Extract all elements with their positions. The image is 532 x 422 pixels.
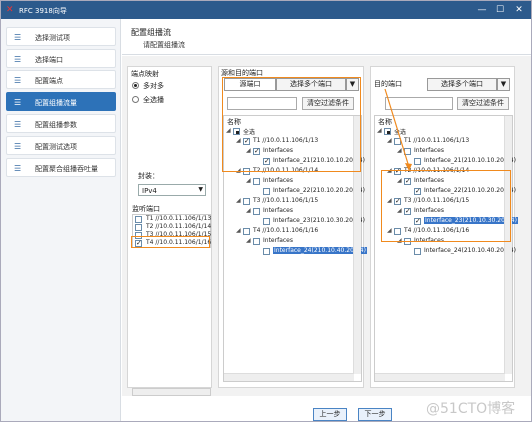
sidebar-item-label: 配置组播流量 [35,99,77,107]
tree-label: T4 //10.0.11.106/1/16 [253,227,319,234]
tree-label: Interface_24(210.10.40.20/24) [424,247,516,254]
sidebar-item-test-options[interactable]: ☰ 配置测试选项 [6,136,116,155]
watermark: @51CTO博客 [426,401,516,417]
page-subtitle: 请配置组播流 [143,41,185,49]
page-header: 配置组播流 请配置组播流 [122,19,531,55]
tree-checkbox[interactable] [243,228,250,235]
list-icon: ☰ [14,120,22,129]
port-label: T2 //10.0.11.106/1/14 [146,223,212,230]
close-button[interactable]: ✕ [512,4,526,16]
port-label: T1 //10.0.11.106/1/13 [146,215,212,222]
chevron-down-icon: ▼ [198,186,203,193]
sidebar-item-select-port[interactable]: ☰ 选择端口 [6,49,116,68]
page-title: 配置组播流 [131,28,171,37]
minimize-button[interactable]: — [475,4,489,16]
main-content: 端点映射 多对多 全选播 封装： IPv4 ▼ 监听端口 T1 //10.0.1… [122,56,531,421]
horizontal-scrollbar[interactable] [375,373,505,381]
wizard-window: ✕ RFC 3918向导 — ☐ ✕ ☰ 选择测试项 ☰ 选择端口 ☰ 配置端点 ☰ 配… [0,0,532,422]
tree-checkbox[interactable] [253,208,260,215]
sidebar-item-label: 配置测试选项 [35,143,77,151]
endpoint-group-label: 端点映射 [131,70,159,78]
expand-icon[interactable]: ◢ [246,177,251,184]
sidebar-item-label: 选择测试项 [35,34,70,42]
sidebar-item-label: 配置端点 [35,77,63,85]
list-icon: ☰ [14,55,22,64]
horizontal-scrollbar[interactable] [224,373,354,381]
tree-label: T3 //10.0.11.106/1/15 [253,197,319,204]
title-bar: ✕ RFC 3918向导 — ☐ ✕ [1,1,531,19]
list-icon: ☰ [14,98,22,107]
sidebar-item-label: 配置组播参数 [35,121,77,129]
list-icon: ☰ [14,33,22,42]
arrow-annotation [384,88,412,171]
radio-full-mesh[interactable] [132,96,139,103]
encap-select[interactable]: IPv4 ▼ [138,184,206,196]
tree-label: Interfaces [263,207,293,214]
tree-checkbox[interactable] [253,238,260,245]
app-logo-icon: ✕ [6,5,14,15]
window-title: RFC 3918向导 [19,7,67,15]
radio-label: 全选播 [143,96,164,104]
expand-icon[interactable]: ◢ [246,207,251,214]
sidebar-item-label: 配置聚合组播吞吐量 [35,165,98,173]
encap-label: 封装： [138,172,159,180]
list-icon: ☰ [14,164,22,173]
tree-checkbox[interactable] [263,188,270,195]
maximize-button[interactable]: ☐ [493,4,507,16]
next-button[interactable]: 下一步 [358,408,392,421]
tree-label: Interface_22(210.10.20.20/24) [273,187,365,194]
tree-checkbox[interactable] [263,218,270,225]
tree-checkbox[interactable] [243,198,250,205]
dest-pane: 目的端口 选择多个端口 ▼ 清空过滤条件 名称 ◢ 全选 ◢ T1 //10.0.1… [370,66,518,388]
tree-checkbox[interactable] [414,248,421,255]
sidebar: ☰ 选择测试项 ☰ 选择端口 ☰ 配置端点 ☰ 配置组播流量 ☰ 配置组播参数 ☰ 配置测试… [1,19,121,421]
expand-icon[interactable]: ◢ [236,197,241,204]
sidebar-item-multicast-params[interactable]: ☰ 配置组播参数 [6,114,116,133]
tree-checkbox[interactable] [253,178,260,185]
radio-label: 多对多 [143,82,164,90]
sidebar-item-label: 选择端口 [35,56,63,64]
tree-checkbox[interactable] [263,248,270,255]
encap-value: IPv4 [142,187,157,195]
sidebar-item-multicast-traffic[interactable]: ☰ 配置组播流量 [6,92,116,111]
list-icon: ☰ [14,76,22,85]
prev-button[interactable]: 上一步 [313,408,347,421]
expand-icon[interactable]: ◢ [236,227,241,234]
radio-many-to-many[interactable] [132,82,139,89]
highlight-box [131,236,210,248]
highlight-box [381,170,511,242]
scrollbar[interactable] [132,388,211,396]
port-checkbox[interactable] [135,224,142,231]
port-checkbox[interactable] [135,216,142,223]
listen-port-label: 监听端口 [132,205,160,213]
list-icon: ☰ [14,142,22,151]
tree-label: Interface_23(210.10.30.20/24) [273,217,365,224]
highlight-box [222,77,361,172]
expand-icon[interactable]: ◢ [246,237,251,244]
tree-label: Interfaces [263,237,293,244]
endpoint-panel: 端点映射 多对多 全选播 封装： IPv4 ▼ 监听端口 T1 //10.0.1… [127,66,212,396]
sidebar-item-select-test[interactable]: ☰ 选择测试项 [6,27,116,46]
tree-label: Interfaces [263,177,293,184]
sidebar-item-endpoints[interactable]: ☰ 配置端点 [6,70,116,89]
source-pane: 源和目的端口 源端口 选择多个端口 ▼ 清空过滤条件 名称 ◢全选 ◢T1 //… [218,66,367,388]
sidebar-item-aggregate-throughput[interactable]: ☰ 配置聚合组播吞吐量 [6,158,116,177]
